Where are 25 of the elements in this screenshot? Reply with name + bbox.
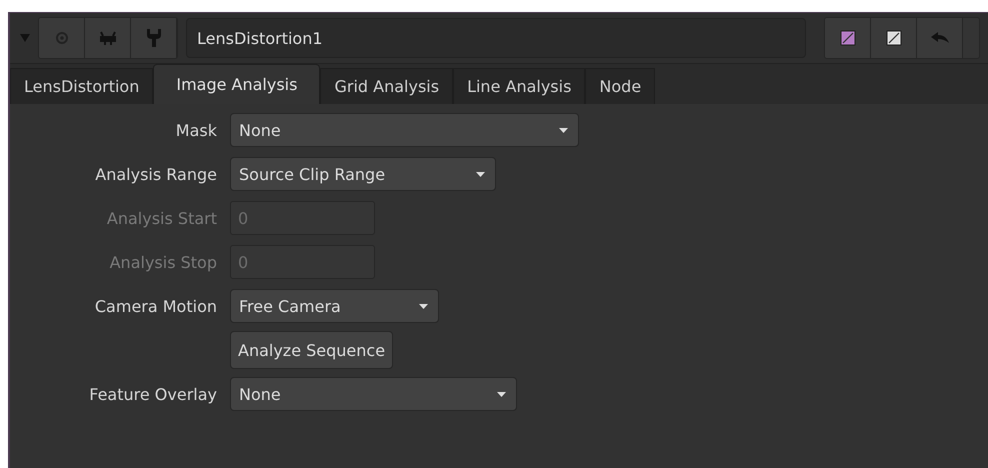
wrench-icon[interactable] [131, 18, 177, 58]
field-label: Analysis Start [106, 208, 218, 228]
dropdown[interactable]: Free Camera [230, 289, 439, 323]
caret-icon [419, 304, 428, 308]
dropdown[interactable]: Source Clip Range [230, 157, 496, 191]
node-name-field[interactable]: LensDistortion1 [186, 18, 806, 58]
tab[interactable]: Grid Analysis [320, 68, 454, 104]
color-swatch-icon[interactable] [871, 18, 917, 58]
collapse-triangle-icon[interactable] [20, 33, 30, 43]
field-label: Analysis Stop [108, 252, 218, 272]
field-label: Camera Motion [94, 296, 218, 316]
tab[interactable]: LensDistortion [10, 68, 154, 104]
tab[interactable]: Node [585, 68, 656, 104]
caret-icon [497, 392, 506, 396]
dropdown[interactable]: None [230, 113, 579, 147]
field-label: Mask [174, 120, 218, 140]
tab[interactable]: Line Analysis [453, 68, 586, 104]
analyze-button[interactable]: Analyze Sequence [230, 331, 394, 369]
dropdown[interactable]: None [230, 377, 517, 411]
field-label: Feature Overlay [88, 384, 218, 404]
caret-icon [476, 172, 485, 176]
color-swatch-icon[interactable] [825, 18, 871, 58]
tab[interactable]: Image Analysis [153, 64, 320, 104]
caret-icon [559, 128, 568, 132]
field-label: Analysis Range [94, 164, 218, 184]
